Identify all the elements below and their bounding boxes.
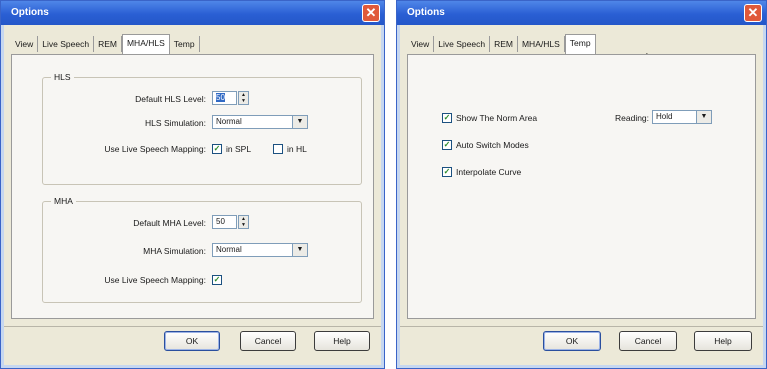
tab-live-speech[interactable]: Live Speech (434, 36, 491, 52)
mha-simulation-select[interactable]: Normal ▼ (212, 243, 308, 257)
mha-level-label: Default MHA Level: (133, 218, 206, 228)
hls-spl-checkbox[interactable]: ✓ (212, 144, 222, 154)
title-bar[interactable]: Options ✕ (397, 1, 766, 25)
interpolate-checkbox[interactable]: ✓ (442, 167, 452, 177)
mha-mapping-checkbox[interactable]: ✓ (212, 275, 222, 285)
hls-group-title: HLS (51, 72, 74, 82)
chevron-down-icon[interactable]: ▼ (292, 116, 307, 128)
tab-view[interactable]: View (407, 36, 435, 52)
hls-level-value: 50 (216, 93, 225, 102)
window-title: Options (407, 7, 445, 18)
button-separator (4, 326, 381, 327)
close-icon[interactable]: ✕ (744, 4, 762, 22)
button-separator (400, 326, 763, 327)
cancel-button[interactable]: Cancel (619, 331, 677, 351)
help-button[interactable]: Help (314, 331, 370, 351)
mha-group: MHA Default MHA Level: 50 ▲ ▼ MHA Simulat… (42, 196, 362, 303)
chevron-down-icon[interactable]: ▼ (696, 111, 711, 123)
auto-switch-checkbox[interactable]: ✓ (442, 140, 452, 150)
tab-temp[interactable]: Temp (170, 36, 200, 52)
tab-mha-hls[interactable]: MHA/HLS (121, 34, 170, 54)
mha-mapping-label: Use Live Speech Mapping: (104, 275, 206, 285)
mha-level-value: 50 (216, 217, 225, 226)
tab-strip: View Live Speech REM MHA/HLS Temp (407, 34, 596, 54)
options-dialog-mha-hls: Options ✕ View Live Speech REM MHA/HLS T… (0, 0, 385, 369)
dialog-body: View Live Speech REM MHA/HLS Temp ✓ Show… (400, 25, 763, 365)
tab-rem[interactable]: REM (490, 36, 518, 52)
reading-label: Reading: (615, 113, 650, 123)
mha-group-title: MHA (51, 196, 76, 206)
mha-simulation-value: Normal (216, 245, 242, 254)
tab-temp[interactable]: Temp (564, 34, 596, 54)
hls-simulation-value: Normal (216, 117, 242, 126)
mha-level-input[interactable]: 50 (212, 215, 237, 229)
tab-mha-hls[interactable]: MHA/HLS (518, 36, 565, 52)
spin-up-down-icon[interactable]: ▲ ▼ (238, 215, 249, 229)
hls-mapping-label: Use Live Speech Mapping: (104, 144, 206, 154)
ok-button[interactable]: OK (164, 331, 220, 351)
hls-group: HLS Default HLS Level: 50 ▲ ▼ HLS Simulat… (42, 72, 362, 185)
cancel-button[interactable]: Cancel (240, 331, 296, 351)
reading-select[interactable]: Hold ▼ (652, 110, 712, 124)
hls-level-label: Default HLS Level: (135, 94, 206, 104)
tab-view[interactable]: View (11, 36, 39, 52)
window-title: Options (11, 7, 49, 18)
chevron-down-icon[interactable]: ▼ (292, 244, 307, 256)
ok-button[interactable]: OK (543, 331, 601, 351)
show-norm-area-checkbox[interactable]: ✓ (442, 113, 452, 123)
dialog-body: View Live Speech REM MHA/HLS Temp HLS De… (4, 25, 381, 365)
mha-simulation-label: MHA Simulation: (143, 246, 206, 256)
spin-up-down-icon[interactable]: ▲ ▼ (238, 91, 249, 105)
tab-panel: HLS Default HLS Level: 50 ▲ ▼ HLS Simulat… (11, 54, 374, 319)
hls-simulation-select[interactable]: Normal ▼ (212, 115, 308, 129)
auto-switch-label: Auto Switch Modes (456, 140, 529, 150)
hls-simulation-label: HLS Simulation: (145, 118, 206, 128)
options-dialog-temp: Options ✕ View Live Speech REM MHA/HLS T… (396, 0, 767, 369)
tab-live-speech[interactable]: Live Speech (38, 36, 95, 52)
interpolate-label: Interpolate Curve (456, 167, 522, 177)
title-bar[interactable]: Options ✕ (1, 1, 384, 25)
hls-level-input[interactable]: 50 (212, 91, 237, 105)
tab-rem[interactable]: REM (94, 36, 122, 52)
close-icon[interactable]: ✕ (362, 4, 380, 22)
tab-panel: ✓ Show The Norm Area ✓ Auto Switch Modes… (407, 54, 756, 319)
show-norm-area-label: Show The Norm Area (456, 113, 538, 123)
help-button[interactable]: Help (694, 331, 752, 351)
hls-hl-label: in HL (287, 144, 307, 154)
hls-hl-checkbox[interactable] (273, 144, 283, 154)
hls-spl-label: in SPL (226, 144, 252, 154)
reading-value: Hold (656, 112, 673, 121)
tab-strip: View Live Speech REM MHA/HLS Temp (11, 34, 200, 54)
